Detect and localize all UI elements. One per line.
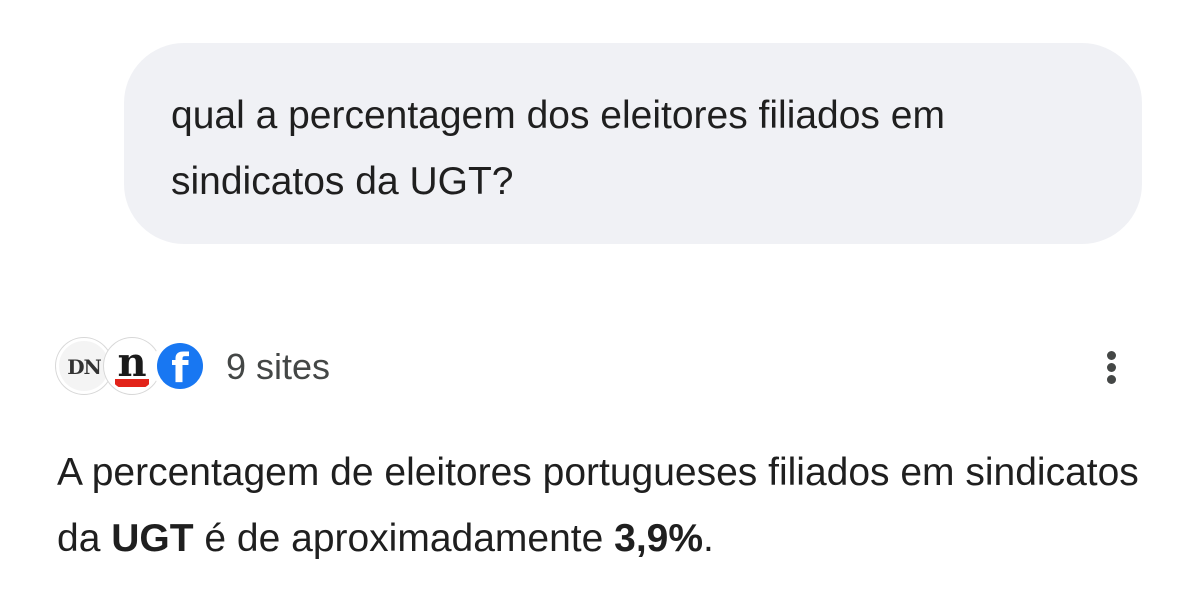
answer-bold-ugt: UGT	[111, 517, 194, 560]
facebook-logo-letter: f	[171, 346, 189, 392]
dn-logo-text: DN	[67, 355, 102, 379]
more-dot	[1107, 363, 1116, 372]
answer-part-3: .	[703, 517, 714, 560]
sources-row[interactable]: DN n f 9 sites	[56, 337, 1136, 397]
sources-count-label[interactable]: 9 sites	[226, 345, 330, 389]
answer-text: A percentagem de eleitores portugueses f…	[57, 440, 1167, 572]
user-query-text: qual a percentagem dos eleitores filiado…	[171, 94, 945, 203]
facebook-logo-icon: f	[152, 338, 208, 394]
negocios-logo-bar	[115, 379, 149, 387]
user-message-bubble: qual a percentagem dos eleitores filiado…	[124, 43, 1142, 244]
more-dot	[1107, 375, 1116, 384]
answer-bold-percentage: 3,9%	[614, 517, 704, 560]
more-vert-icon[interactable]	[1100, 345, 1124, 389]
more-dot	[1107, 351, 1116, 360]
answer-part-2: é de aproximadamente	[193, 517, 615, 560]
